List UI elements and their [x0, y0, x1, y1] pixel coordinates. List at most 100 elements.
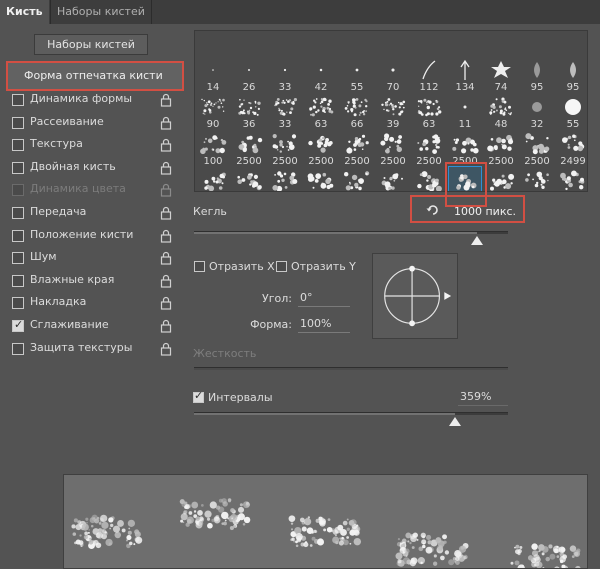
spacing-slider[interactable]: [194, 412, 508, 415]
roundness-field[interactable]: 100%: [298, 317, 350, 333]
lock-icon[interactable]: [159, 93, 173, 107]
brush-tip-cell[interactable]: 39: [377, 93, 409, 130]
brush-option-item[interactable]: Текстура: [10, 135, 175, 157]
angle-roundness-widget[interactable]: [372, 253, 458, 339]
brush-tip-cell[interactable]: 2499: [557, 130, 587, 167]
brush-tip-cell[interactable]: 2499: [197, 167, 229, 191]
brush-tip-cell[interactable]: 63: [413, 93, 445, 130]
spacing-box[interactable]: [193, 389, 204, 403]
spacing-slider-thumb[interactable]: [448, 417, 461, 426]
option-checkbox[interactable]: [12, 297, 24, 310]
brush-tip-cell[interactable]: 90: [197, 93, 229, 130]
lock-icon[interactable]: [159, 206, 173, 220]
option-checkbox[interactable]: [12, 207, 24, 219]
brush-option-item[interactable]: Динамика формы: [10, 90, 175, 112]
brush-tip-cell[interactable]: 66: [341, 93, 373, 130]
brush-option-item[interactable]: Сглаживание: [10, 316, 175, 338]
brush-tip-cell[interactable]: 11: [341, 31, 373, 34]
brush-tip-cell[interactable]: 36: [449, 31, 481, 34]
option-checkbox[interactable]: [12, 318, 24, 332]
brush-tip-cell[interactable]: 55: [557, 93, 587, 130]
lock-icon[interactable]: [159, 138, 173, 152]
brush-tip-cell[interactable]: 2500: [305, 130, 337, 167]
brush-tip-cell[interactable]: 2500: [341, 167, 373, 191]
brush-tip-cell[interactable]: 2499: [557, 167, 587, 191]
brush-option-item[interactable]: Двойная кисть: [10, 158, 175, 180]
angle-field[interactable]: 0°: [298, 291, 350, 307]
brush-tip-cell[interactable]: 2500: [233, 167, 265, 191]
tab-brush[interactable]: Кисть: [0, 0, 49, 24]
brush-tip-cell[interactable]: 2500: [377, 167, 409, 191]
brush-tip-cell[interactable]: 2500: [521, 167, 553, 191]
brush-tip-cell[interactable]: 112: [413, 56, 445, 93]
brush-option-item[interactable]: Накладка: [10, 293, 175, 315]
size-slider[interactable]: [194, 231, 508, 234]
lock-icon[interactable]: [159, 161, 173, 175]
option-checkbox[interactable]: [12, 274, 24, 287]
option-checkbox[interactable]: [12, 161, 24, 174]
tab-brush-presets[interactable]: Наборы кистей: [50, 0, 152, 24]
brush-tip-cell[interactable]: 39: [233, 31, 265, 34]
lock-icon[interactable]: [159, 251, 173, 265]
brush-tip-cell[interactable]: 2500: [485, 130, 517, 167]
brush-tip-cell[interactable]: 95: [557, 56, 587, 93]
option-checkbox[interactable]: [12, 139, 24, 152]
brush-tip-cell[interactable]: 74: [485, 56, 517, 93]
brush-tip-cell[interactable]: 55: [341, 56, 373, 93]
size-slider-thumb[interactable]: [470, 236, 483, 245]
spacing-value[interactable]: 359%: [458, 390, 508, 406]
brush-tip-cell[interactable]: 95: [521, 56, 553, 93]
reset-icon[interactable]: [426, 203, 440, 217]
option-checkbox[interactable]: [12, 94, 24, 106]
lock-icon[interactable]: [159, 296, 173, 310]
brush-tip-cell[interactable]: 27: [197, 31, 229, 34]
lock-icon[interactable]: [159, 342, 173, 356]
brush-tip-cell[interactable]: 2499: [485, 167, 517, 191]
brush-tip-cell[interactable]: 2500: [521, 130, 553, 167]
brush-tip-cell[interactable]: 36: [233, 93, 265, 130]
flip-x-box[interactable]: [194, 261, 205, 272]
brush-tip-cell[interactable]: 46: [269, 31, 301, 34]
brush-tip-cell[interactable]: 2500: [413, 130, 445, 167]
option-checkbox[interactable]: [12, 229, 24, 242]
brush-tip-cell[interactable]: 2500: [305, 167, 337, 191]
brush-tip-cell[interactable]: 2500: [233, 130, 265, 167]
brush-tip-cell[interactable]: 2500: [269, 130, 301, 167]
brush-tip-cell[interactable]: 14: [197, 56, 229, 93]
flip-y-box[interactable]: [276, 261, 287, 272]
brush-tip-cell[interactable]: 33: [269, 93, 301, 130]
brush-tip-cell[interactable]: 63: [305, 93, 337, 130]
brush-tip-cell[interactable]: 2500: [413, 167, 445, 191]
brush-tip-cell[interactable]: 2500: [377, 130, 409, 167]
brush-tip-cell[interactable]: 17: [377, 31, 409, 34]
brush-tip-cell[interactable]: 2500: [341, 130, 373, 167]
option-checkbox[interactable]: [12, 342, 24, 355]
brush-tip-cell[interactable]: 70: [377, 56, 409, 93]
brush-option-item[interactable]: Передача: [10, 203, 175, 225]
brush-tip-cell[interactable]: 44: [485, 31, 517, 34]
brush-tip-cell[interactable]: 134: [449, 56, 481, 93]
brush-tip-cell[interactable]: 48: [485, 93, 517, 130]
lock-icon[interactable]: [159, 274, 173, 288]
brush-option-item[interactable]: Рассеивание: [10, 113, 175, 135]
brush-presets-button[interactable]: Наборы кистей: [34, 34, 148, 55]
lock-icon[interactable]: [159, 116, 173, 130]
brush-option-item[interactable]: Положение кисти: [10, 226, 175, 248]
option-checkbox[interactable]: [12, 116, 24, 129]
brush-tip-cell[interactable]: 42: [305, 56, 337, 93]
option-checkbox[interactable]: [12, 252, 24, 265]
brush-tip-cell[interactable]: 60: [521, 31, 553, 34]
brush-tip-cell[interactable]: 11: [449, 93, 481, 130]
brush-tip-cell[interactable]: 2500: [269, 167, 301, 191]
brush-tip-shape-item[interactable]: Форма отпечатка кисти: [6, 61, 184, 91]
brush-tip-cell[interactable]: 100: [197, 130, 229, 167]
lock-icon[interactable]: [159, 229, 173, 243]
brush-option-item[interactable]: Влажные края: [10, 271, 175, 293]
lock-icon[interactable]: [159, 183, 173, 197]
brush-tip-cell[interactable]: 33: [269, 56, 301, 93]
brush-tip-cell[interactable]: 59: [305, 31, 337, 34]
brush-tip-grid[interactable]: 27 39 46 59 11 17 23 36 44 60 14 26 33 42 55 70 112 134 74…: [194, 30, 588, 192]
lock-icon[interactable]: [159, 319, 173, 333]
brush-tip-cell[interactable]: 26: [233, 56, 265, 93]
brush-option-item[interactable]: Шум: [10, 248, 175, 270]
